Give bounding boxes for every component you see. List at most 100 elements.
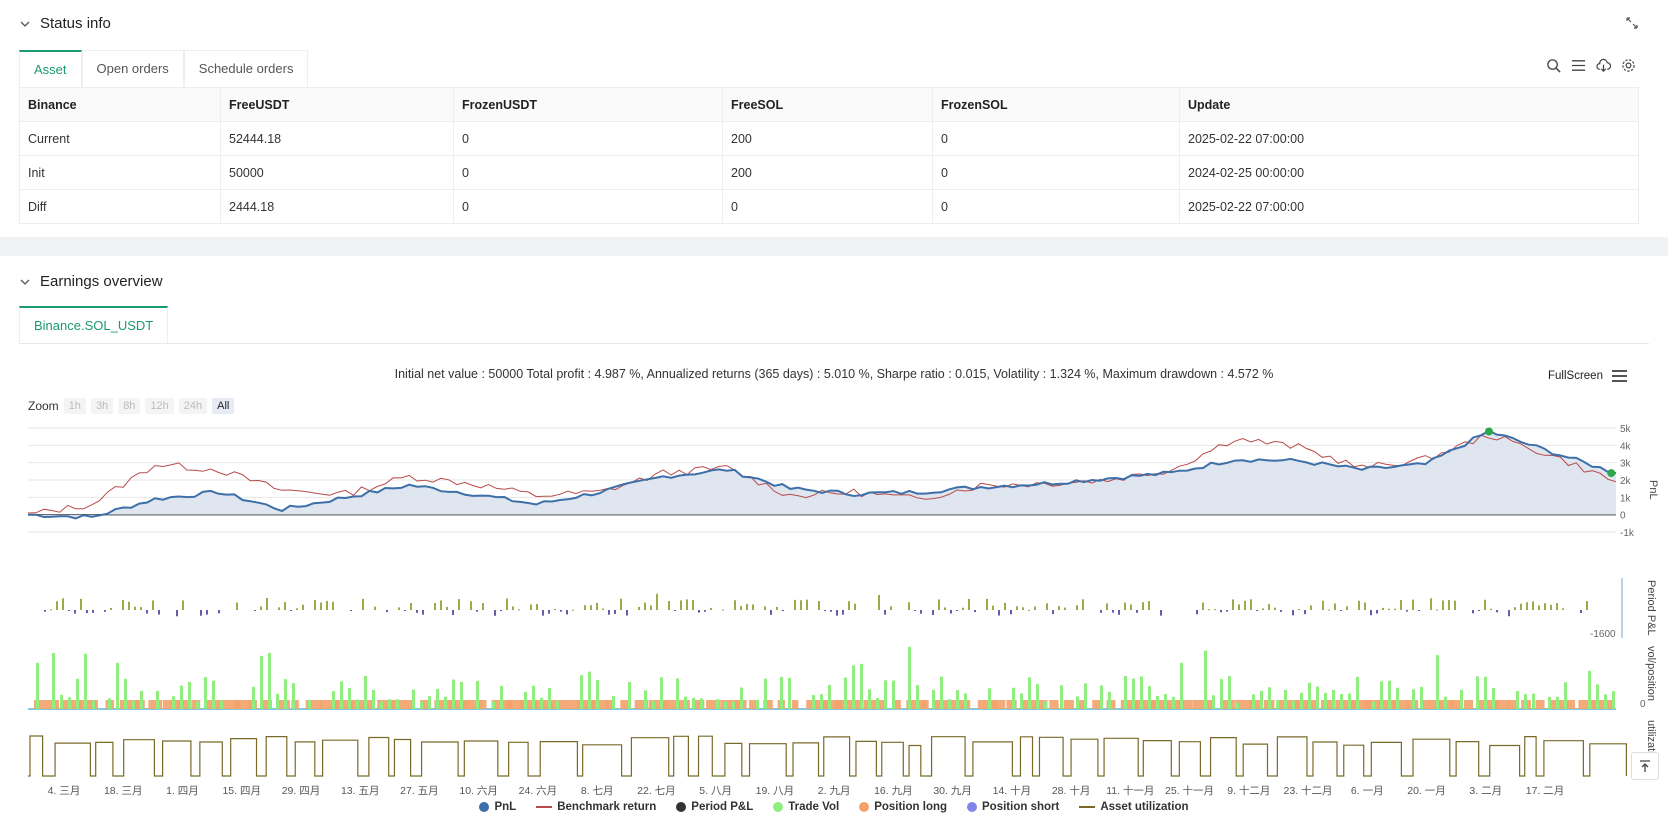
period-pnl-bar bbox=[74, 610, 76, 614]
x-tick-label: 23. 十二月 bbox=[1284, 784, 1333, 797]
trade-vol-bar bbox=[1436, 655, 1439, 709]
trade-vol-bar bbox=[1380, 681, 1383, 709]
trade-vol-bar bbox=[1164, 694, 1167, 709]
period-pnl-bar bbox=[602, 608, 604, 610]
tab-binance-sol-usdt[interactable]: Binance.SOL_USDT bbox=[19, 306, 169, 343]
period-pnl-bar bbox=[1472, 610, 1474, 614]
pane-label-vol-position: vol/position bbox=[1645, 646, 1657, 701]
period-pnl-bar bbox=[1220, 610, 1222, 613]
period-pnl-bar bbox=[1118, 610, 1120, 615]
legend-item-pnl[interactable]: PnL bbox=[479, 801, 516, 813]
row-label-current[interactable]: Current bbox=[19, 121, 221, 156]
tab-schedule-orders[interactable]: Schedule orders bbox=[183, 50, 309, 87]
gear-icon[interactable] bbox=[1621, 58, 1636, 73]
list-icon[interactable] bbox=[1571, 58, 1586, 73]
search-icon[interactable] bbox=[1546, 58, 1561, 73]
expand-icon[interactable] bbox=[1626, 17, 1638, 29]
period-pnl-bar bbox=[542, 610, 544, 616]
period-pnl-bar bbox=[500, 610, 502, 612]
period-pnl-bar bbox=[1310, 605, 1312, 610]
trade-vol-bar bbox=[1524, 694, 1527, 709]
row-label-diff: Diff bbox=[19, 189, 221, 224]
trade-vol-bar bbox=[868, 689, 871, 709]
period-pnl-bar bbox=[920, 610, 922, 614]
period-pnl-bar bbox=[794, 599, 796, 610]
trade-vol-bar bbox=[692, 697, 695, 709]
trade-vol-bar bbox=[380, 701, 383, 709]
period-pnl-bar bbox=[1340, 610, 1342, 611]
legend-item-asset-utilization[interactable]: Asset utilization bbox=[1079, 801, 1189, 813]
y-tick-label: 2k bbox=[1620, 476, 1632, 487]
position-long-bar bbox=[1063, 700, 1074, 709]
position-long-bar bbox=[1006, 700, 1017, 709]
legend-item-position-long[interactable]: Position long bbox=[859, 801, 947, 813]
zoom-8h-button[interactable]: 8h bbox=[118, 398, 141, 414]
period-pnl-bar bbox=[278, 607, 280, 610]
zoom-12h-button[interactable]: 12h bbox=[145, 398, 174, 414]
period-pnl-bar bbox=[362, 598, 364, 610]
y-tick-label: -1600 bbox=[1590, 629, 1616, 640]
period-pnl-bar bbox=[1148, 601, 1150, 610]
period-pnl-bar bbox=[836, 610, 838, 616]
earnings-chart[interactable]: 5k4k3k2k1k0-1kPnL-1600 Period P&L0vol/pos… bbox=[0, 420, 1668, 798]
trade-vol-bar bbox=[436, 688, 439, 709]
legend-item-benchmark[interactable]: Benchmark return bbox=[536, 801, 656, 813]
position-long-bar bbox=[920, 700, 929, 709]
zoom-3h-button[interactable]: 3h bbox=[90, 398, 114, 414]
performance-summary: Initial net value : 50000 Total profit :… bbox=[394, 367, 1274, 381]
zoom-24h-button[interactable]: 24h bbox=[178, 398, 208, 414]
period-pnl-bar bbox=[386, 610, 388, 613]
period-pnl-bar bbox=[1412, 599, 1414, 610]
earnings-overview-title: Earnings overview bbox=[40, 273, 163, 290]
trade-vol-bar bbox=[1100, 685, 1103, 709]
period-pnl-bar bbox=[1454, 600, 1456, 610]
hamburger-menu-icon[interactable] bbox=[1612, 370, 1627, 382]
trade-vol-bar bbox=[180, 685, 183, 709]
period-pnl-bar bbox=[1034, 606, 1036, 610]
trade-vol-bar bbox=[76, 678, 79, 709]
cell: 2025-02-22 07:00:00 bbox=[1179, 121, 1639, 156]
period-pnl-bar bbox=[158, 610, 160, 615]
trade-vol-bar bbox=[1132, 678, 1135, 709]
zoom-1h-button[interactable]: 1h bbox=[63, 398, 86, 414]
table-row: Diff 2444.18 0 0 0 2025-02-22 07:00:00 bbox=[19, 189, 1639, 224]
tab-asset[interactable]: Asset bbox=[19, 50, 82, 87]
legend-marker bbox=[676, 802, 687, 812]
period-pnl-bar bbox=[1562, 608, 1564, 610]
trade-vol-bar bbox=[740, 687, 743, 709]
trade-vol-bar bbox=[68, 697, 71, 709]
earnings-overview-header[interactable]: Earnings overview bbox=[20, 273, 163, 290]
period-pnl-bar bbox=[266, 598, 268, 610]
legend-marker bbox=[859, 802, 870, 812]
legend-item-period-pnl[interactable]: Period P&L bbox=[676, 801, 753, 813]
cell: 200 bbox=[722, 121, 933, 156]
period-pnl-bar bbox=[1508, 610, 1510, 617]
cloud-download-icon[interactable] bbox=[1596, 58, 1611, 73]
period-pnl-bar bbox=[680, 600, 682, 610]
status-info-title: Status info bbox=[40, 15, 111, 32]
legend-item-trade-vol[interactable]: Trade Vol bbox=[773, 801, 839, 813]
fullscreen-button[interactable]: FullScreen bbox=[1548, 370, 1603, 382]
period-pnl-bar bbox=[470, 601, 472, 610]
earnings-tabs: Binance.SOL_USDT bbox=[19, 306, 1649, 344]
tab-open-orders[interactable]: Open orders bbox=[81, 50, 184, 87]
position-long-bar bbox=[1206, 700, 1213, 709]
period-pnl-bar bbox=[50, 609, 52, 611]
y-tick-label: 3k bbox=[1620, 459, 1632, 470]
zoom-all-button[interactable]: All bbox=[212, 398, 235, 414]
period-pnl-bar bbox=[824, 610, 826, 611]
legend-item-position-short[interactable]: Position short bbox=[967, 801, 1059, 813]
position-long-bar bbox=[391, 700, 407, 709]
col-frozen-usdt: FrozenUSDT bbox=[453, 87, 723, 122]
period-pnl-bar bbox=[1538, 605, 1540, 610]
col-binance: Binance bbox=[19, 87, 221, 122]
period-pnl-bar bbox=[656, 593, 658, 610]
period-pnl-bar bbox=[326, 600, 328, 610]
status-info-header[interactable]: Status info bbox=[20, 15, 111, 32]
period-pnl-bar bbox=[626, 610, 628, 616]
period-pnl-bar bbox=[1400, 600, 1402, 610]
period-pnl-bar bbox=[350, 610, 352, 612]
y-tick-label: 5k bbox=[1620, 424, 1632, 435]
scroll-to-top-icon[interactable] bbox=[1631, 752, 1659, 780]
trade-vol-bar bbox=[1484, 676, 1487, 709]
